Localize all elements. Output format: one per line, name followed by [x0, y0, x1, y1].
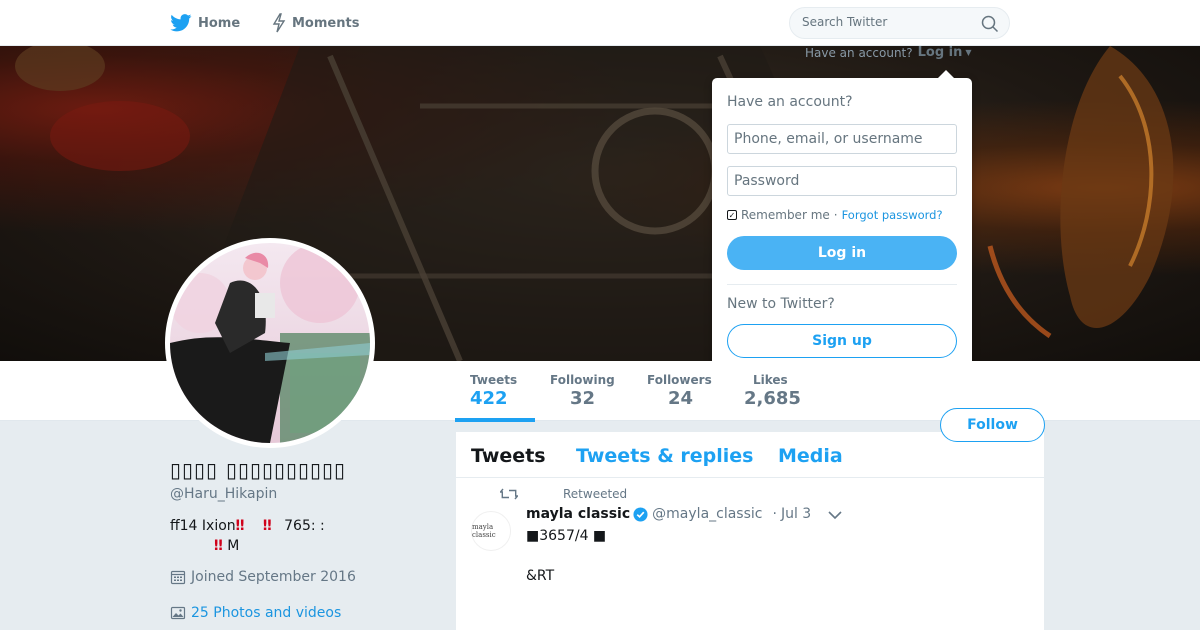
tweet-text: ■3657/4 ■ &RT	[526, 528, 607, 584]
joined-date: Joined September 2016	[170, 569, 356, 585]
new-to-twitter-heading: New to Twitter?	[727, 296, 835, 312]
retweet-icon	[500, 488, 518, 500]
tweet-author-name[interactable]: mayla classic	[526, 506, 630, 522]
profile-handle[interactable]: @Haru_Hikapin	[170, 486, 277, 502]
remember-row: ✓ Remember me · Forgot password?	[727, 208, 943, 222]
stat-following-value: 32	[570, 388, 596, 409]
retweet-context: Retweeted	[500, 487, 627, 501]
stat-following[interactable]: Following 32	[550, 373, 615, 409]
photo-icon	[170, 606, 186, 620]
forgot-password-link[interactable]: Forgot password?	[842, 208, 943, 222]
stat-tweets[interactable]: Tweets 422	[470, 373, 517, 409]
chevron-down-icon[interactable]	[828, 510, 842, 520]
follow-button[interactable]: Follow	[940, 408, 1045, 442]
tweet-screen-name[interactable]: @mayla_classic	[652, 506, 762, 522]
nav-home[interactable]: Home	[170, 12, 240, 34]
bird-icon	[170, 14, 192, 32]
login-prompt-bar: Have an account? Log in ▼	[805, 45, 972, 60]
avatar-artwork	[170, 243, 370, 443]
profile-avatar[interactable]	[165, 238, 375, 448]
login-link[interactable]: Log in	[918, 45, 963, 60]
nav-moments-label: Moments	[292, 15, 360, 31]
retweeted-label: Retweeted	[563, 487, 628, 501]
stat-likes-label: Likes	[753, 373, 788, 387]
remember-label: Remember me	[741, 208, 830, 222]
login-button[interactable]: Log in	[727, 236, 957, 270]
tab-tweets[interactable]: Tweets	[471, 445, 546, 467]
remember-checkbox[interactable]: ✓	[727, 210, 737, 220]
tweet-avatar-text: mayla classic	[472, 523, 496, 539]
stat-tweets-label: Tweets	[470, 373, 518, 387]
bio-text-a: ff14 Ixion	[170, 518, 236, 534]
timeline: Tweets Tweets & replies Media Retweeted …	[456, 432, 1044, 630]
login-prompt-question: Have an account?	[805, 45, 913, 60]
bio-bang-3: ‼	[214, 538, 223, 554]
stat-followers[interactable]: Followers 24	[647, 373, 712, 409]
dropdown-heading: Have an account?	[727, 94, 853, 110]
stat-followers-label: Followers	[647, 373, 712, 387]
tweet-timestamp[interactable]: Jul 3	[781, 506, 811, 522]
remember-separator: ·	[833, 208, 838, 222]
search-input[interactable]	[802, 15, 972, 29]
lightning-icon	[272, 13, 286, 33]
signup-button[interactable]: Sign up	[727, 324, 957, 358]
bio-bang-1: ‼	[235, 518, 245, 534]
photos-videos-link[interactable]: 25 Photos and videos	[170, 605, 341, 621]
top-navigation-bar: Home Moments	[0, 0, 1200, 46]
stat-likes[interactable]: Likes 2,685	[744, 373, 801, 409]
nav-home-label: Home	[198, 15, 241, 31]
stat-following-label: Following	[550, 373, 615, 387]
bio-text-c: M	[227, 538, 240, 554]
login-dropdown: Have an account? ✓ Remember me · Forgot …	[712, 70, 972, 378]
bio-bang-2: ‼	[262, 518, 272, 534]
tab-tweets-replies[interactable]: Tweets & replies	[576, 445, 753, 467]
tab-media[interactable]: Media	[778, 445, 843, 467]
username-field[interactable]	[727, 124, 957, 154]
search-icon[interactable]	[981, 15, 999, 33]
profile-bio: ff14 Ixion‼ ‼ 765: : ‼ M	[170, 516, 370, 556]
bio-line-2: ‼ M	[170, 536, 370, 556]
password-field[interactable]	[727, 166, 957, 196]
tweet-header: mayla classic @mayla_classic · Jul 3	[526, 506, 811, 522]
verified-badge-icon	[633, 506, 648, 522]
dropdown-arrow	[938, 70, 954, 78]
bio-line-1: ff14 Ixion‼ ‼ 765: :	[170, 516, 370, 536]
photos-videos-label: 25 Photos and videos	[191, 605, 342, 621]
caret-down-icon[interactable]: ▼	[965, 48, 971, 57]
bio-text-b: 765: :	[284, 518, 325, 534]
search-box	[789, 7, 1010, 39]
stat-likes-value: 2,685	[744, 388, 801, 409]
dropdown-divider	[727, 284, 957, 285]
stat-tweets-value: 422	[470, 388, 508, 409]
tweet-avatar[interactable]: mayla classic	[471, 511, 511, 551]
active-stat-underline	[455, 418, 535, 422]
profile-fullname[interactable]: ▯▯▯▯ ▯▯▯▯▯▯▯▯▯▯	[170, 458, 346, 482]
nav-moments[interactable]: Moments	[272, 12, 359, 34]
stat-followers-value: 24	[668, 388, 694, 409]
calendar-icon	[170, 570, 186, 585]
joined-label: Joined September 2016	[191, 569, 356, 585]
tweet-dot: ·	[772, 506, 777, 522]
